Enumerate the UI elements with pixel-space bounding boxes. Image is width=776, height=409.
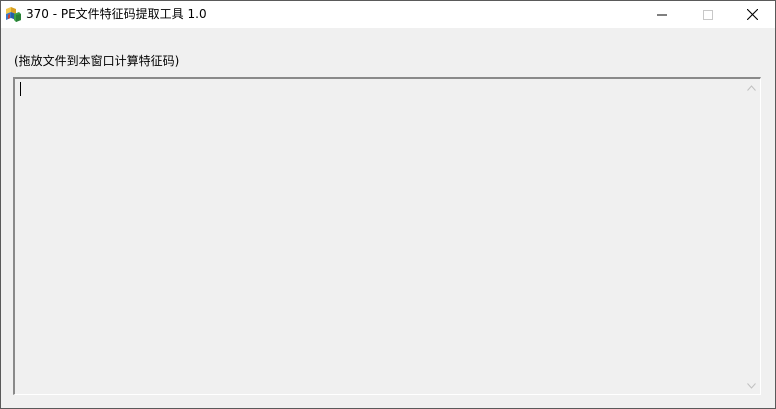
window-title: 370 - PE文件特征码提取工具 1.0 [26, 7, 207, 21]
app-window: 370 - PE文件特征码提取工具 1.0 (拖放文件到本窗口计算特征码) [0, 0, 776, 409]
minimize-icon [657, 14, 667, 15]
close-button[interactable] [729, 1, 775, 28]
app-blocks-icon [6, 7, 21, 22]
title-bar[interactable]: 370 - PE文件特征码提取工具 1.0 [1, 1, 775, 28]
text-caret [20, 82, 21, 96]
maximize-button[interactable] [685, 1, 731, 28]
scroll-up-button[interactable] [743, 79, 760, 96]
chevron-up-icon [747, 84, 756, 91]
scroll-down-button[interactable] [743, 377, 760, 394]
output-textarea[interactable] [13, 77, 761, 395]
drop-hint-label: (拖放文件到本窗口计算特征码) [14, 54, 180, 68]
minimize-button[interactable] [639, 1, 685, 28]
close-icon [746, 9, 758, 20]
maximize-icon [703, 9, 713, 20]
vertical-scrollbar[interactable] [743, 79, 760, 394]
chevron-down-icon [747, 382, 756, 389]
